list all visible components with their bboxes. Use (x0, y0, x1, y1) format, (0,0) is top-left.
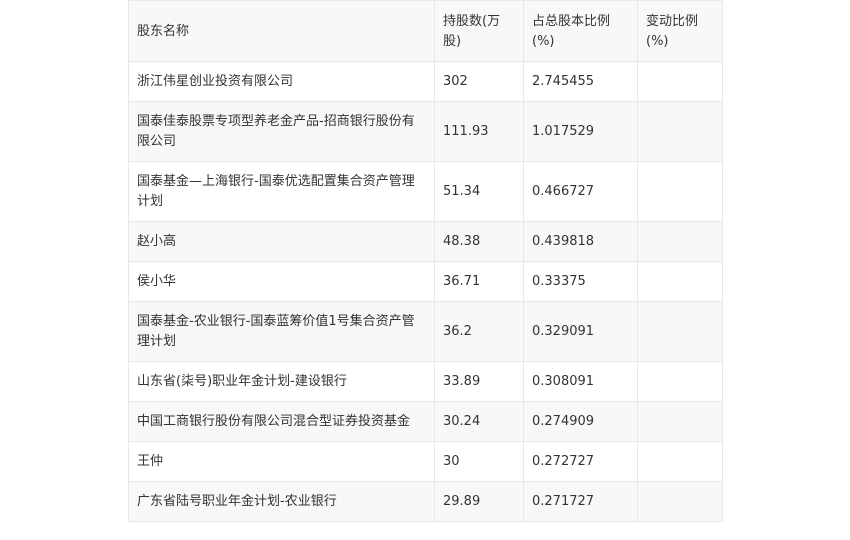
shareholder-table-container: 股东名称 持股数(万股) 占总股本比例(%) 变动比例(%) 浙江伟星创业投资有… (128, 0, 723, 522)
cell-shareholder-name: 国泰佳泰股票专项型养老金产品-招商银行股份有限公司 (128, 101, 435, 162)
cell-shares-held: 48.38 (434, 221, 524, 262)
cell-share-ratio: 1.017529 (523, 101, 638, 162)
cell-change-ratio (637, 101, 723, 162)
cell-shares-held: 51.34 (434, 161, 524, 222)
header-row: 股东名称 持股数(万股) 占总股本比例(%) 变动比例(%) (128, 0, 723, 62)
table-row: 赵小高 48.38 0.439818 (128, 221, 723, 262)
cell-share-ratio: 0.308091 (523, 361, 638, 402)
cell-shares-held: 33.89 (434, 361, 524, 402)
cell-change-ratio (637, 261, 723, 302)
cell-share-ratio: 0.272727 (523, 441, 638, 482)
cell-shareholder-name: 浙江伟星创业投资有限公司 (128, 61, 435, 102)
table-row: 山东省(柒号)职业年金计划-建设银行 33.89 0.308091 (128, 361, 723, 402)
cell-shareholder-name: 广东省陆号职业年金计划-农业银行 (128, 481, 435, 522)
cell-share-ratio: 0.271727 (523, 481, 638, 522)
cell-shares-held: 111.93 (434, 101, 524, 162)
table-body: 浙江伟星创业投资有限公司 302 2.745455 国泰佳泰股票专项型养老金产品… (128, 61, 723, 522)
table-row: 王仲 30 0.272727 (128, 441, 723, 482)
cell-share-ratio: 2.745455 (523, 61, 638, 102)
cell-change-ratio (637, 361, 723, 402)
cell-share-ratio: 0.439818 (523, 221, 638, 262)
cell-shareholder-name: 山东省(柒号)职业年金计划-建设银行 (128, 361, 435, 402)
header-change-ratio: 变动比例(%) (637, 0, 723, 62)
cell-shareholder-name: 侯小华 (128, 261, 435, 302)
cell-share-ratio: 0.274909 (523, 401, 638, 442)
cell-shares-held: 29.89 (434, 481, 524, 522)
table-header: 股东名称 持股数(万股) 占总股本比例(%) 变动比例(%) (128, 0, 723, 62)
header-shares-held: 持股数(万股) (434, 0, 524, 62)
cell-shares-held: 36.2 (434, 301, 524, 362)
cell-shareholder-name: 国泰基金-农业银行-国泰蓝筹价值1号集合资产管理计划 (128, 301, 435, 362)
cell-share-ratio: 0.329091 (523, 301, 638, 362)
cell-change-ratio (637, 401, 723, 442)
table-row: 国泰基金—上海银行-国泰优选配置集合资产管理计划 51.34 0.466727 (128, 161, 723, 222)
table-row: 侯小华 36.71 0.33375 (128, 261, 723, 302)
table-row: 广东省陆号职业年金计划-农业银行 29.89 0.271727 (128, 481, 723, 522)
cell-change-ratio (637, 481, 723, 522)
cell-share-ratio: 0.33375 (523, 261, 638, 302)
cell-shares-held: 30 (434, 441, 524, 482)
cell-change-ratio (637, 441, 723, 482)
table-row: 国泰佳泰股票专项型养老金产品-招商银行股份有限公司 111.93 1.01752… (128, 101, 723, 162)
table-row: 中国工商银行股份有限公司混合型证券投资基金 30.24 0.274909 (128, 401, 723, 442)
cell-shareholder-name: 国泰基金—上海银行-国泰优选配置集合资产管理计划 (128, 161, 435, 222)
header-share-ratio: 占总股本比例(%) (523, 0, 638, 62)
cell-shares-held: 36.71 (434, 261, 524, 302)
shareholder-table: 股东名称 持股数(万股) 占总股本比例(%) 变动比例(%) 浙江伟星创业投资有… (128, 0, 723, 522)
cell-shares-held: 302 (434, 61, 524, 102)
table-row: 浙江伟星创业投资有限公司 302 2.745455 (128, 61, 723, 102)
header-shareholder-name: 股东名称 (128, 0, 435, 62)
cell-change-ratio (637, 301, 723, 362)
cell-shares-held: 30.24 (434, 401, 524, 442)
cell-share-ratio: 0.466727 (523, 161, 638, 222)
cell-change-ratio (637, 221, 723, 262)
table-row: 国泰基金-农业银行-国泰蓝筹价值1号集合资产管理计划 36.2 0.329091 (128, 301, 723, 362)
cell-change-ratio (637, 161, 723, 222)
cell-shareholder-name: 中国工商银行股份有限公司混合型证券投资基金 (128, 401, 435, 442)
cell-shareholder-name: 赵小高 (128, 221, 435, 262)
cell-shareholder-name: 王仲 (128, 441, 435, 482)
cell-change-ratio (637, 61, 723, 102)
